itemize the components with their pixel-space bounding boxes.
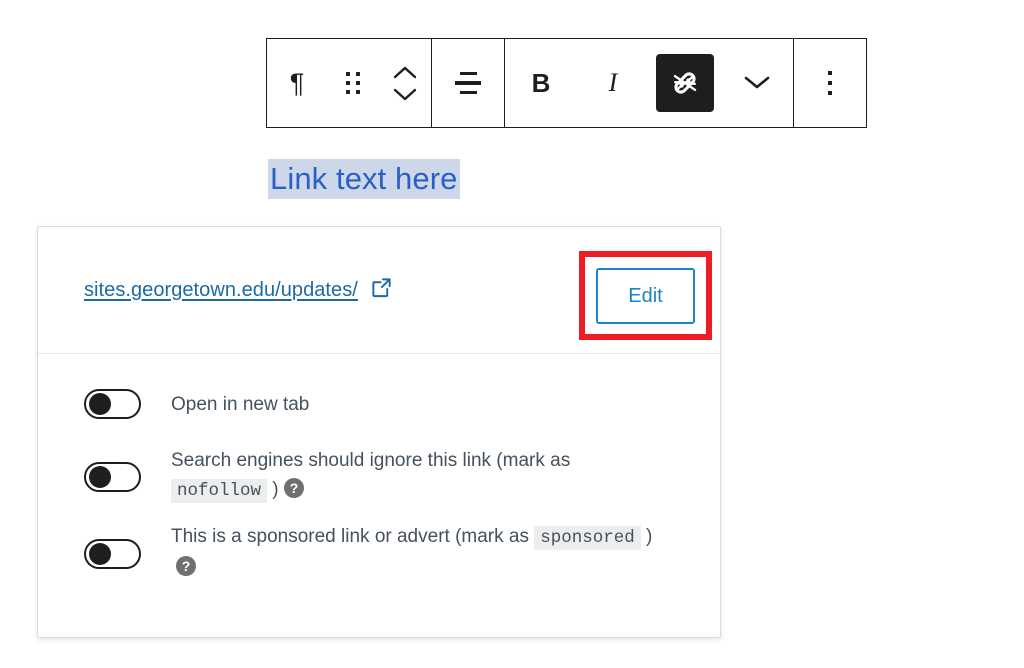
option-row-open-in-new-tab: Open in new tab bbox=[38, 376, 720, 432]
toggle-knob bbox=[89, 543, 111, 565]
open-in-new-tab-label: Open in new tab bbox=[171, 390, 309, 419]
option-text-after: ) bbox=[267, 479, 279, 500]
external-link-icon bbox=[370, 276, 393, 304]
sponsored-toggle[interactable] bbox=[84, 539, 141, 569]
link-url[interactable]: sites.georgetown.edu/updates/ bbox=[84, 276, 393, 304]
sponsored-code-chip: sponsored bbox=[534, 526, 641, 550]
toolbar-group-block-controls: ¶ bbox=[267, 39, 432, 127]
selected-link-text[interactable]: Link text here bbox=[268, 159, 460, 199]
align-center-icon bbox=[455, 71, 481, 95]
toolbar-group-alignment bbox=[432, 39, 505, 127]
toolbar-group-formatting: B I bbox=[505, 39, 794, 127]
bold-icon: B bbox=[531, 68, 551, 98]
chevron-down-icon bbox=[743, 74, 771, 93]
toggle-knob bbox=[89, 466, 111, 488]
svg-text:?: ? bbox=[182, 558, 191, 574]
option-text-after: ) bbox=[640, 526, 653, 547]
edit-link-button[interactable]: Edit bbox=[596, 268, 695, 324]
link-url-text: sites.georgetown.edu/updates/ bbox=[84, 278, 358, 301]
open-in-new-tab-toggle[interactable] bbox=[84, 389, 141, 419]
move-up-down-icon bbox=[393, 66, 417, 101]
link-icon bbox=[673, 72, 697, 94]
option-row-nofollow: Search engines should ignore this link (… bbox=[38, 446, 720, 508]
block-toolbar: ¶ B I bbox=[266, 38, 867, 128]
option-text: This is a sponsored link or advert (mark… bbox=[171, 526, 535, 547]
align-text-button[interactable] bbox=[432, 39, 504, 127]
toolbar-group-options bbox=[794, 39, 866, 127]
help-icon[interactable]: ? bbox=[283, 477, 305, 508]
help-icon[interactable]: ? bbox=[175, 555, 197, 586]
svg-text:?: ? bbox=[289, 480, 298, 496]
nofollow-code-chip: nofollow bbox=[171, 479, 268, 503]
option-text: Search engines should ignore this link (… bbox=[171, 450, 571, 471]
drag-handle-icon bbox=[346, 72, 360, 94]
option-row-sponsored: This is a sponsored link or advert (mark… bbox=[38, 522, 720, 586]
link-button[interactable] bbox=[649, 39, 721, 127]
drag-handle-button[interactable] bbox=[327, 39, 379, 127]
nofollow-label: Search engines should ignore this link (… bbox=[171, 446, 661, 508]
nofollow-toggle[interactable] bbox=[84, 462, 141, 492]
toggle-knob bbox=[89, 393, 111, 415]
options-button[interactable] bbox=[794, 39, 866, 127]
italic-button[interactable]: I bbox=[577, 39, 649, 127]
paragraph-icon: ¶ bbox=[289, 67, 305, 98]
move-up-down-button[interactable] bbox=[379, 39, 431, 127]
option-text: Open in new tab bbox=[171, 393, 310, 415]
link-options-list: Open in new tab Search engines should ig… bbox=[38, 354, 720, 586]
paragraph-block-type-button[interactable]: ¶ bbox=[267, 39, 327, 127]
bold-button[interactable]: B bbox=[505, 39, 577, 127]
italic-icon: I bbox=[608, 68, 618, 97]
more-rich-text-controls-button[interactable] bbox=[721, 39, 793, 127]
link-settings-popover: sites.georgetown.edu/updates/ Edit Open … bbox=[37, 226, 721, 638]
link-url-row: sites.georgetown.edu/updates/ Edit bbox=[38, 227, 720, 354]
more-vertical-icon bbox=[828, 71, 832, 95]
link-button-active-background bbox=[656, 54, 714, 112]
editor-content: Link text here bbox=[268, 159, 460, 199]
sponsored-label: This is a sponsored link or advert (mark… bbox=[171, 522, 661, 586]
